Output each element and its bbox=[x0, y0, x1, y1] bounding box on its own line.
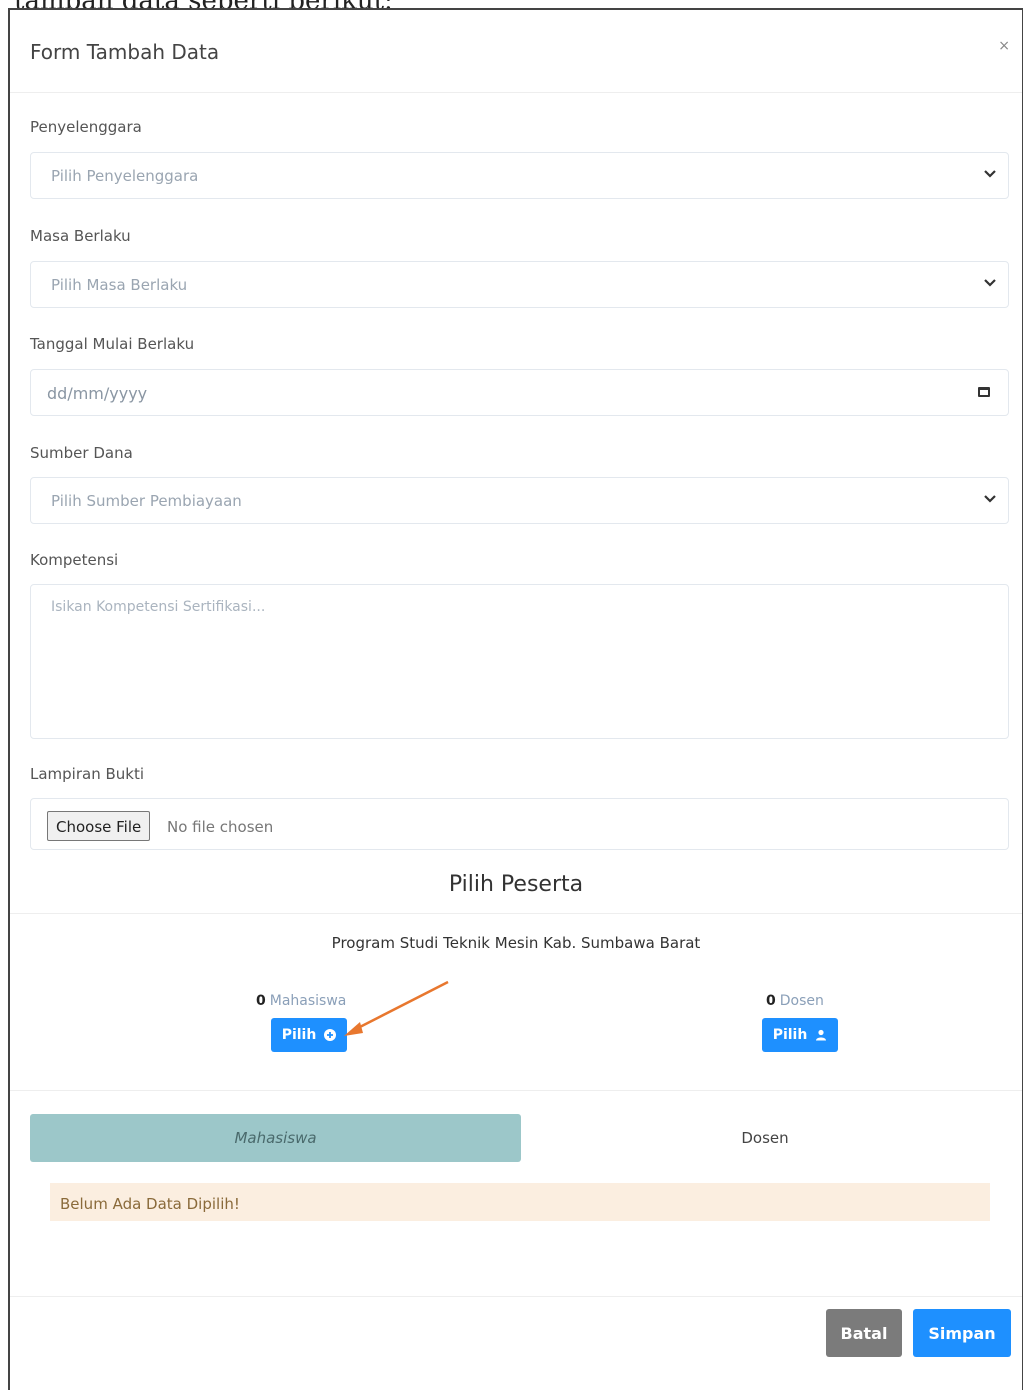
sumber-dana-placeholder: Pilih Sumber Pembiayaan bbox=[51, 492, 242, 510]
peserta-divider bbox=[10, 913, 1022, 914]
penyelenggara-placeholder: Pilih Penyelenggara bbox=[51, 167, 199, 185]
footer-divider bbox=[10, 1296, 1022, 1297]
close-icon[interactable]: × bbox=[998, 38, 1010, 54]
choose-file-button[interactable]: Choose File bbox=[47, 811, 151, 841]
annotation-arrow bbox=[344, 980, 449, 1036]
tab-mahasiswa[interactable]: Mahasiswa bbox=[30, 1114, 521, 1162]
mahasiswa-count-value: 0 bbox=[256, 993, 266, 1009]
tanggal-mulai-input[interactable]: dd/mm/yyyy bbox=[30, 369, 1009, 416]
sumber-dana-select[interactable]: Pilih Sumber Pembiayaan bbox=[30, 477, 1009, 524]
tab-dosen[interactable]: Dosen bbox=[521, 1114, 1009, 1162]
penyelenggara-select[interactable]: Pilih Penyelenggara bbox=[30, 152, 1009, 199]
cancel-button[interactable]: Batal bbox=[826, 1309, 902, 1357]
user-icon bbox=[816, 1029, 827, 1041]
tanggal-placeholder: dd/mm/yyyy bbox=[47, 384, 148, 403]
header-divider bbox=[10, 92, 1022, 93]
chevron-down-icon bbox=[984, 170, 996, 178]
calendar-icon[interactable] bbox=[978, 387, 990, 397]
tabs-divider bbox=[10, 1090, 1022, 1091]
dosen-count-label: Dosen bbox=[779, 993, 824, 1009]
dosen-count: 0 Dosen bbox=[766, 993, 824, 1009]
kompetensi-label: Kompetensi bbox=[30, 551, 119, 569]
dosen-count-value: 0 bbox=[766, 993, 776, 1009]
form-modal: Form Tambah Data × Penyelenggara Pilih P… bbox=[8, 8, 1023, 1390]
pilih-dosen-button[interactable]: Pilih bbox=[762, 1018, 838, 1052]
pilih-mahasiswa-label: Pilih bbox=[281, 1027, 317, 1043]
penyelenggara-label: Penyelenggara bbox=[30, 118, 142, 136]
file-status: No file chosen bbox=[167, 818, 274, 836]
kompetensi-placeholder: Isikan Kompetensi Sertifikasi... bbox=[51, 599, 266, 615]
tanggal-mulai-label: Tanggal Mulai Berlaku bbox=[30, 335, 195, 353]
masa-berlaku-select[interactable]: Pilih Masa Berlaku bbox=[30, 261, 1009, 308]
save-button[interactable]: Simpan bbox=[913, 1309, 1011, 1357]
masa-berlaku-label: Masa Berlaku bbox=[30, 227, 131, 245]
modal-title: Form Tambah Data bbox=[30, 40, 220, 64]
empty-alert: Belum Ada Data Dipilih! bbox=[50, 1183, 990, 1221]
chevron-down-icon bbox=[984, 279, 996, 287]
prodi-label: Program Studi Teknik Mesin Kab. Sumbawa … bbox=[331, 934, 701, 952]
kompetensi-textarea[interactable]: Isikan Kompetensi Sertifikasi... bbox=[30, 584, 1009, 739]
pilih-dosen-label: Pilih bbox=[772, 1027, 808, 1043]
chevron-down-icon bbox=[984, 495, 996, 503]
lampiran-file-input[interactable]: Choose File No file chosen bbox=[30, 798, 1009, 850]
masa-berlaku-placeholder: Pilih Masa Berlaku bbox=[51, 276, 188, 294]
peserta-title: Pilih Peserta bbox=[448, 872, 584, 897]
sumber-dana-label: Sumber Dana bbox=[30, 444, 133, 462]
lampiran-label: Lampiran Bukti bbox=[30, 765, 145, 783]
